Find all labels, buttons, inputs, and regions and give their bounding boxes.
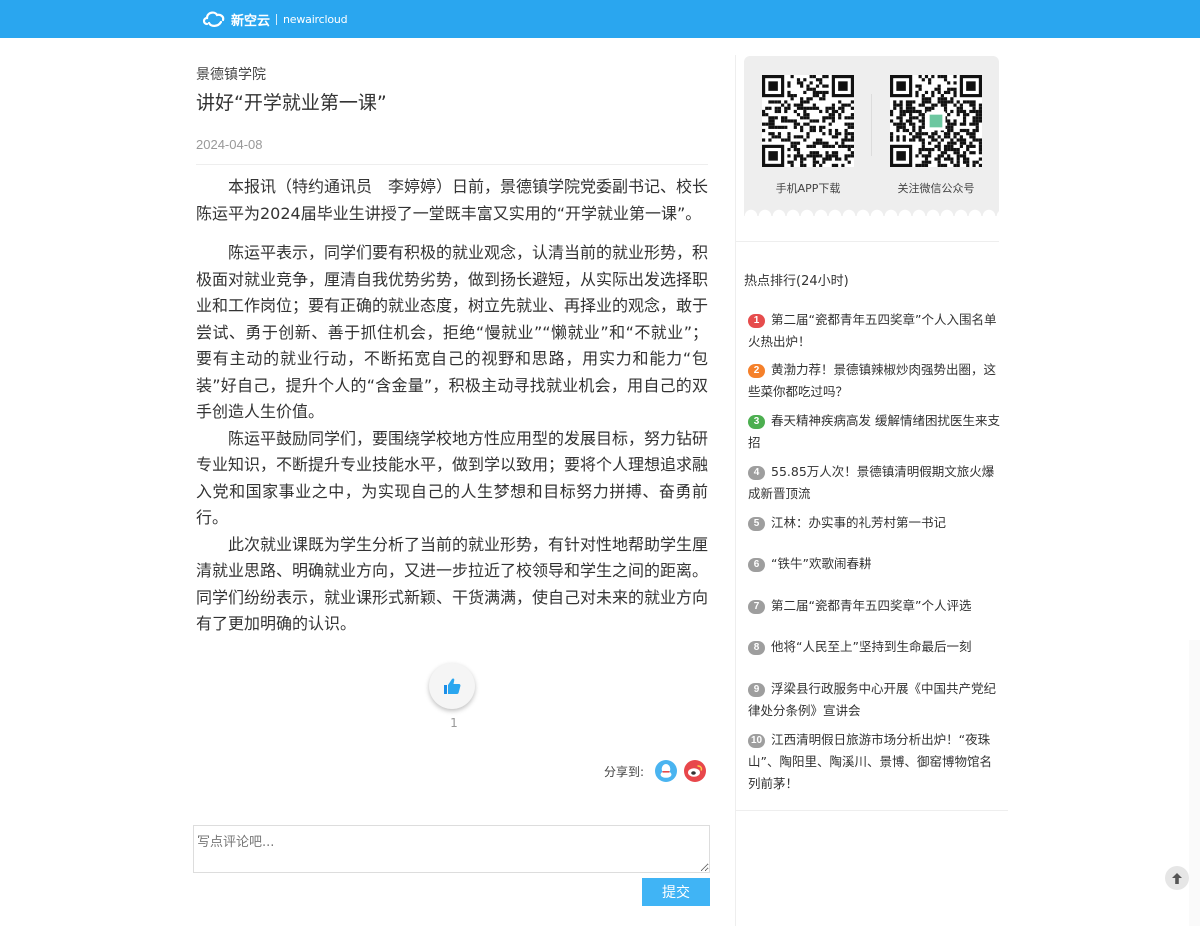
- rank-badge: 7: [748, 600, 765, 614]
- logo-chinese-text: 新空云: [231, 13, 271, 29]
- qr-separator: [871, 94, 872, 156]
- list-item[interactable]: 10 江西清明假日旅游市场分析出炉！“夜珠山”、陶阳里、陶溪川、景博、御窑博物馆名…: [748, 729, 1000, 795]
- list-item[interactable]: 1 第二届“瓷都青年五四奖章”个人入围名单火热出炉！: [748, 309, 1000, 353]
- article-paragraph: 此次就业课既为学生分析了当前的就业形势，有针对性地帮助学生厘清就业思路、明确就业…: [196, 534, 709, 634]
- back-to-top-button[interactable]: [1165, 866, 1189, 890]
- sidebar-rule-bottom: [736, 810, 1008, 811]
- qq-icon[interactable]: [655, 760, 678, 782]
- list-item[interactable]: 3 春天精神疾病高发 缓解情绪困扰医生来支招: [748, 410, 1000, 454]
- title-divider: [196, 164, 708, 165]
- article-date: 2024-04-08: [196, 137, 263, 152]
- logo-separator: [276, 13, 278, 25]
- article-title: 讲好“开学就业第一课”: [196, 92, 387, 114]
- list-item[interactable]: 6 “铁牛”欢歌闹春耕: [748, 553, 1000, 575]
- hot-item-title: 第二届“瓷都青年五四奖章”个人入围名单火热出炉！: [748, 312, 997, 349]
- sidebar-rule: [736, 241, 999, 242]
- share-bar: 分享到:: [604, 760, 707, 782]
- article-paragraph: 陈运平鼓励同学们，要围绕学校地方性应用型的发展目标，努力钻研专业知识，不断提升专…: [196, 428, 709, 528]
- list-item[interactable]: 8 他将“人民至上”坚持到生命最后一刻: [748, 636, 1000, 658]
- wechat-follow-label: 关注微信公众号: [897, 182, 975, 195]
- qr-code-panel: 手机APP下载 关注微信公众号: [744, 56, 999, 216]
- rank-badge: 10: [748, 734, 766, 748]
- cloud-logo-icon: [202, 11, 225, 27]
- hot-item-title: “铁牛”欢歌闹春耕: [771, 556, 872, 571]
- list-item[interactable]: 5 江林：办实事的礼芳村第一书记: [748, 512, 1000, 534]
- rank-badge: 9: [748, 683, 765, 697]
- hot-ranking-title: 热点排行(24小时): [744, 274, 849, 289]
- thumbs-up-icon: [444, 678, 461, 694]
- list-item[interactable]: 4 55.85万人次！景德镇清明假期文旅火爆成新晋顶流: [748, 461, 1000, 505]
- hot-item-title: 江西清明假日旅游市场分析出炉！“夜珠山”、陶阳里、陶溪川、景博、御窑博物馆名列前…: [748, 732, 992, 791]
- list-item[interactable]: 2 黄渤力荐！景德镇辣椒炒肉强势出圈，这些菜你都吃过吗？: [748, 359, 1000, 403]
- weibo-icon[interactable]: [684, 760, 707, 782]
- site-logo[interactable]: 新空云 newaircloud: [201, 6, 348, 32]
- article-body: 本报讯（特约通讯员 李婷婷）日前，景德镇学院党委副书记、校长陈运平为2024届毕…: [196, 174, 708, 638]
- weibo-eye-icon: [688, 765, 703, 777]
- article-paragraph: 本报讯（特约通讯员 李婷婷）日前，景德镇学院党委副书记、校长陈运平为2024届毕…: [196, 177, 709, 223]
- sidebar-divider: [735, 55, 736, 926]
- article-source: 景德镇学院: [196, 67, 266, 83]
- list-item[interactable]: 9 浮梁县行政服务中心开展《中国共产党纪律处分条例》宣讲会: [748, 678, 1000, 722]
- app-download-qr-code[interactable]: [762, 75, 854, 167]
- hot-item-title: 他将“人民至上”坚持到生命最后一刻: [771, 639, 972, 654]
- hot-item-title: 浮梁县行政服务中心开展《中国共产党纪律处分条例》宣讲会: [748, 681, 997, 718]
- wechat-official-qr-code[interactable]: [890, 75, 982, 167]
- article-paragraph: 陈运平表示，同学们要有积极的就业观念，认清当前的就业形势，积极面对就业竞争，厘清…: [196, 243, 709, 421]
- share-label: 分享到:: [604, 764, 645, 779]
- submit-comment-button[interactable]: 提交: [642, 878, 710, 906]
- hot-item-title: 江林：办实事的礼芳村第一书记: [771, 515, 947, 530]
- logo-english-text: newaircloud: [283, 12, 348, 26]
- rank-badge: 5: [748, 517, 765, 531]
- arrow-up-icon: [1172, 872, 1182, 884]
- scalloped-edge: [744, 209, 999, 216]
- scrollbar-track[interactable]: [1189, 640, 1200, 926]
- hot-item-title: 第二届“瓷都青年五四奖章”个人评选: [771, 598, 972, 613]
- hot-item-title: 春天精神疾病高发 缓解情绪困扰医生来支招: [748, 413, 1000, 450]
- comment-input[interactable]: [193, 825, 710, 873]
- rank-badge: 8: [748, 641, 765, 655]
- rank-badge: 2: [748, 364, 765, 378]
- hot-item-title: 55.85万人次！景德镇清明假期文旅火爆成新晋顶流: [748, 464, 995, 501]
- rank-badge: 6: [748, 558, 765, 572]
- rank-badge: 4: [748, 466, 765, 480]
- hot-item-title: 黄渤力荐！景德镇辣椒炒肉强势出圈，这些菜你都吃过吗？: [748, 362, 997, 399]
- like-button[interactable]: [429, 663, 475, 709]
- top-header-bar: 新空云 newaircloud: [0, 0, 1200, 38]
- app-download-label: 手机APP下载: [775, 182, 841, 195]
- qq-penguin-icon: [660, 764, 672, 778]
- list-item[interactable]: 7 第二届“瓷都青年五四奖章”个人评选: [748, 595, 1000, 617]
- rank-badge: 1: [748, 314, 765, 328]
- rank-badge: 3: [748, 415, 765, 429]
- like-count: 1: [450, 716, 458, 730]
